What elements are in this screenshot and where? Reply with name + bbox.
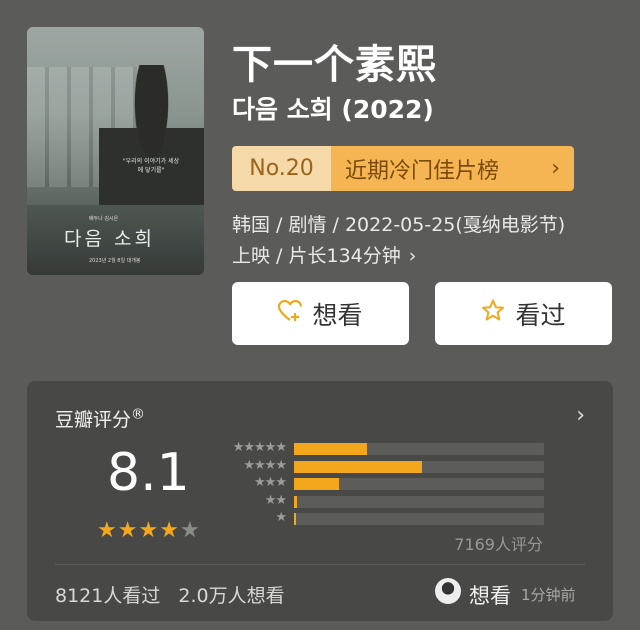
distribution-track [294, 443, 544, 455]
rank-badge[interactable]: No.20 近期冷门佳片榜 › [232, 146, 574, 191]
distribution-track [294, 460, 544, 473]
poster-release: 2023년 2월 8일 대개봉 [89, 258, 141, 264]
star-outline-icon [481, 299, 505, 328]
distribution-track [294, 495, 544, 508]
poster-caption: 배두나 김시은 [89, 216, 119, 222]
friend-time: 1分钟前 [521, 586, 576, 604]
distribution-bar [294, 478, 339, 490]
score-stars: ★★★★★ [97, 518, 201, 543]
distribution-bar [294, 495, 297, 508]
movie-poster[interactable]: "우리의 이야기가 세상에 닿기를" 배두나 김시은 다음 소희 2023년 2… [27, 27, 204, 275]
movie-meta[interactable]: 韩国 / 剧情 / 2022-05-25(戛纳电影节) 上映 / 片长134分钟… [232, 210, 622, 272]
star-filled-icon: ★ [117, 518, 139, 543]
rating-count: 7169人评分 [454, 535, 543, 554]
distribution-row: ★★ [224, 492, 544, 509]
distribution-row: ★★★ [224, 475, 544, 491]
want-count[interactable]: 2.0万人想看 [178, 585, 284, 607]
rating-title: 豆瓣评分® [55, 405, 145, 432]
row-stars-icon: ★ [275, 510, 287, 525]
distribution-bar [294, 443, 367, 455]
seen-button[interactable]: 看过 [435, 282, 612, 345]
want-button-label: 想看 [312, 300, 363, 330]
distribution-bar [294, 513, 296, 525]
distribution-row: ★ [224, 510, 544, 526]
chevron-right-icon: › [551, 156, 560, 181]
chevron-right-icon: › [408, 245, 417, 267]
row-stars-icon: ★★★★★ [232, 440, 287, 455]
distribution-bar [294, 460, 422, 473]
registered-mark: ® [131, 406, 146, 423]
poster-quote: "우리의 이야기가 세상에 닿기를" [122, 158, 180, 174]
original-title: 다음 소희 (2022) [232, 95, 434, 124]
row-stars-icon: ★★ [264, 492, 287, 508]
meta-line-2: 上映 / 片长134分钟 [232, 245, 401, 267]
distribution-row: ★★★★ [224, 457, 544, 474]
rating-card[interactable]: 豆瓣评分® › 8.1 ★★★★★ ★★★★★ ★★★★ ★★★ ★★ ★ 7169人评… [27, 381, 613, 621]
rating-title-label: 豆瓣评分 [55, 409, 132, 431]
friend-action: 想看 [469, 584, 511, 608]
row-stars-icon: ★★★ [254, 475, 287, 490]
avatar[interactable] [435, 578, 461, 604]
star-filled-icon: ★ [138, 518, 160, 543]
heart-plus-icon [278, 299, 303, 328]
distribution-track [294, 478, 544, 490]
divider [55, 564, 585, 565]
movie-title: 下一个素熙 [232, 42, 437, 88]
star-filled-icon: ★ [159, 518, 180, 543]
row-stars-icon: ★★★★ [243, 457, 287, 473]
poster-title: 다음 소희 [64, 228, 155, 250]
rank-list: 近期冷门佳片榜 › [331, 146, 574, 191]
star-filled-icon: ★ [97, 518, 118, 543]
seen-button-label: 看过 [515, 300, 566, 330]
chevron-right-icon[interactable]: › [576, 403, 585, 428]
rank-list-label: 近期冷门佳片榜 [345, 158, 500, 184]
distribution-track [294, 513, 544, 525]
audience-counts: 8121人看过 2.0万人想看 [55, 581, 285, 608]
want-button[interactable]: 想看 [232, 282, 409, 345]
star-empty-icon: ★ [179, 518, 201, 543]
distribution-row: ★★★★★ [224, 440, 544, 456]
meta-line-1: 韩国 / 剧情 / 2022-05-25(戛纳电影节) [232, 214, 566, 236]
rank-number: No.20 [232, 146, 331, 191]
meta-line-2-wrap: 上映 / 片长134分钟 › [232, 241, 622, 272]
rating-score: 8.1 [107, 443, 190, 503]
seen-count[interactable]: 8121人看过 [55, 585, 160, 607]
